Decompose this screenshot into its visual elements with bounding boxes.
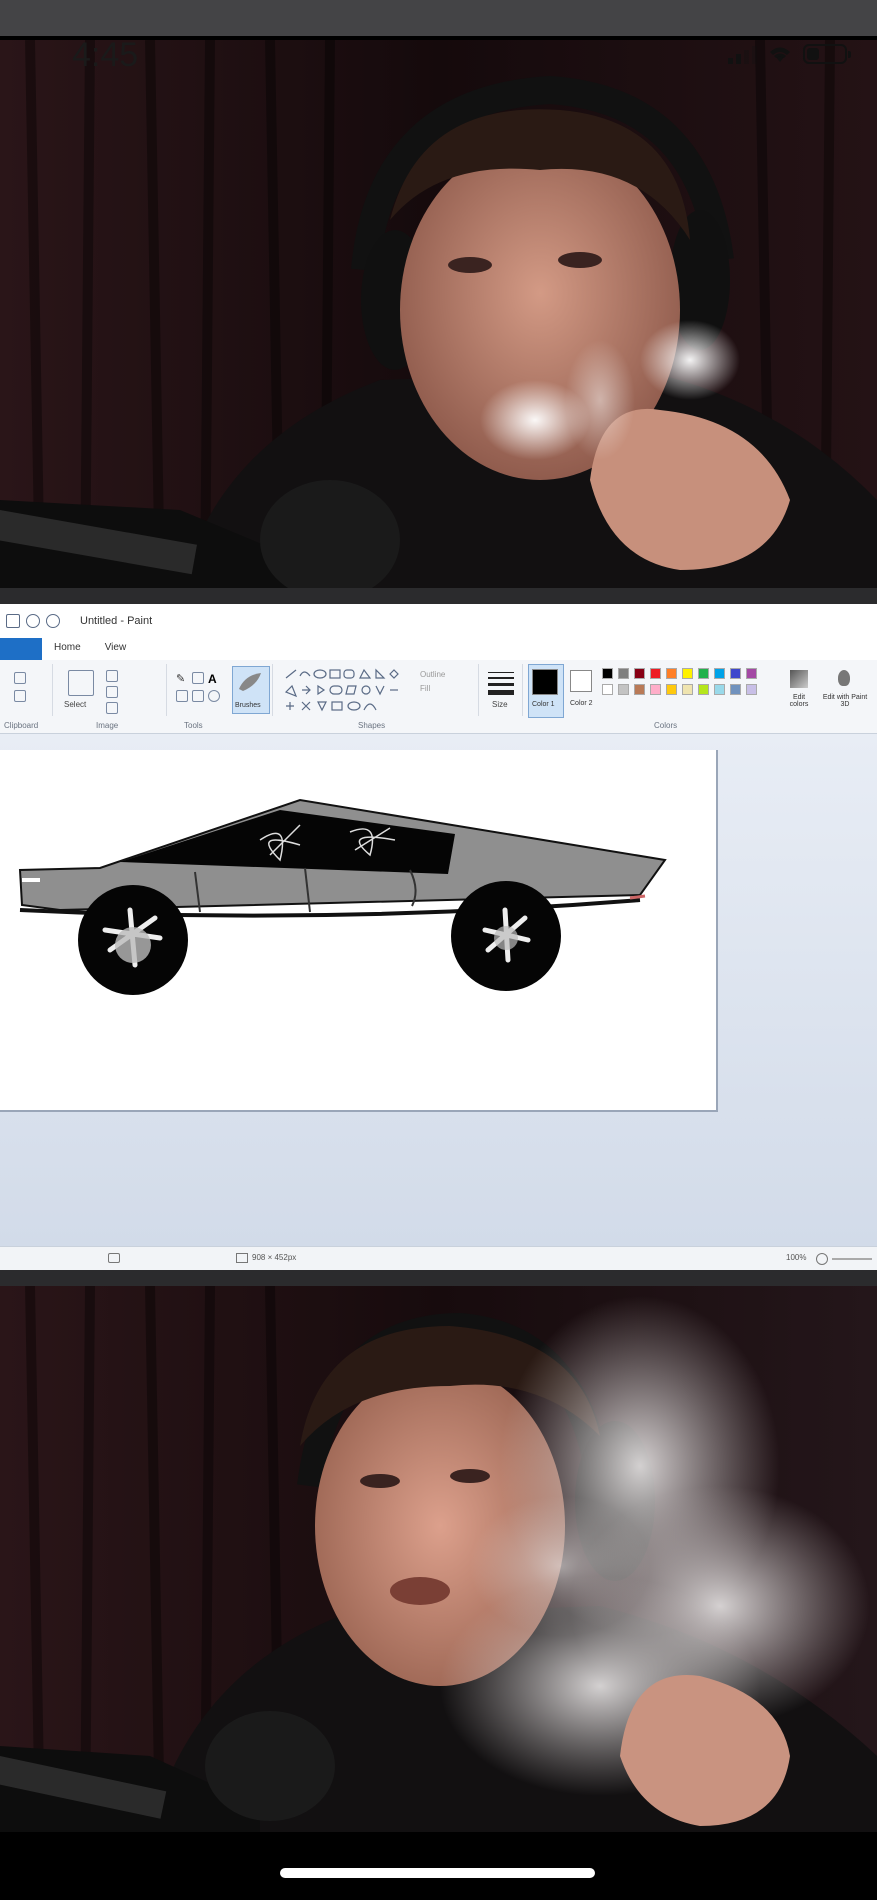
status-time: 4:45 [72,36,139,74]
color2-label: Color 2 [570,700,593,707]
phone-status-bar: 4:45 [0,36,877,74]
top-app-bar [0,0,877,36]
drawing-canvas[interactable] [0,750,718,1112]
select-label: Select [64,700,87,709]
color-swatch[interactable] [730,684,741,695]
color-swatch[interactable] [602,668,613,679]
tab-view[interactable]: View [93,638,139,660]
eraser-icon[interactable] [176,690,188,702]
color-swatch[interactable] [682,684,693,695]
color-swatch[interactable] [634,668,645,679]
paint-title-bar: Untitled - Paint [0,604,877,638]
size-label: Size [492,700,508,709]
cybertruck-drawing [18,798,667,995]
color-swatch[interactable] [666,684,677,695]
color1-button[interactable]: Color 1 [528,664,564,718]
tools-group: ✎ A Brushes Tools [170,664,273,730]
canvas-size-icon [236,1253,248,1263]
tab-home[interactable]: Home [42,638,93,660]
window-title: Untitled - Paint [80,615,153,627]
save-icon[interactable] [6,614,20,628]
color-swatch[interactable] [698,668,709,679]
color-swatch[interactable] [682,668,693,679]
fill-label[interactable]: Fill [420,684,430,693]
shapes-label: Shapes [358,721,386,730]
brushes-button[interactable]: Brushes [232,666,270,714]
text-icon[interactable]: A [208,672,217,686]
color-swatch[interactable] [618,684,629,695]
copy-icon[interactable] [14,690,26,702]
color2-button[interactable]: Color 2 [568,664,598,716]
outline-label[interactable]: Outline [420,670,445,679]
zoom-level: 100% [786,1253,807,1262]
clipboard-label: Clipboard [4,721,39,730]
color-swatch[interactable] [714,684,725,695]
crop-icon[interactable] [106,670,118,682]
canvas-workspace [0,734,877,1246]
home-indicator-bar [0,1854,877,1900]
color-swatch[interactable] [746,684,757,695]
color-palette [602,668,782,712]
edit-paint3d-label: Edit with Paint 3D [822,694,868,708]
color-picker-icon[interactable] [192,690,204,702]
color-swatch[interactable] [634,684,645,695]
edit-colors-label: Edit colors [789,694,809,708]
edit-colors-icon [790,670,808,688]
paint-status-bar: 908 × 452px 100% [0,1246,877,1270]
fill-icon[interactable] [192,672,204,684]
bottom-photo-panel [0,1286,877,1832]
top-photo-panel [0,40,877,588]
color-swatch[interactable] [650,668,661,679]
battery-icon [803,44,851,64]
size-button[interactable]: Size [482,664,523,716]
color-swatch[interactable] [698,684,709,695]
color-swatch[interactable] [618,668,629,679]
tools-label: Tools [184,721,203,730]
podcast-photo-bottom [0,1286,877,1832]
color-swatch[interactable] [714,668,725,679]
file-tab[interactable] [0,638,42,660]
undo-icon[interactable] [26,614,40,628]
brushes-label: Brushes [235,702,261,709]
ribbon-tabs: Home View [0,638,877,660]
select-icon[interactable] [68,670,94,696]
color-swatch[interactable] [602,684,613,695]
color1-label: Color 1 [532,701,555,708]
redo-icon[interactable] [46,614,60,628]
clipboard-group: Clipboard [0,664,53,730]
color-swatch[interactable] [746,668,757,679]
image-group: Select Image [56,664,167,730]
color-swatch[interactable] [666,668,677,679]
zoom-slider[interactable] [832,1258,872,1260]
rotate-icon[interactable] [106,702,118,714]
resize-icon[interactable] [106,686,118,698]
panel-divider [0,588,877,604]
color-swatch[interactable] [650,684,661,695]
wifi-icon [770,47,790,62]
podcast-photo-top [0,40,877,588]
image-label: Image [96,721,119,730]
paint-window: Untitled - Paint Home View Clipboard Sel… [0,604,877,1270]
magnifier-icon[interactable] [208,690,220,702]
colors-label: Colors [654,721,678,730]
pencil-icon[interactable]: ✎ [176,672,185,685]
colors-group: Color 1 Color 2 Edit colors Edit with Pa… [526,664,876,730]
home-indicator[interactable] [280,1868,595,1878]
edit-with-paint3d-button[interactable]: Edit with Paint 3D [820,666,870,714]
ribbon: Clipboard Select Image ✎ A Brushes Tools [0,660,877,734]
zoom-out-icon[interactable] [816,1253,828,1265]
shapes-gallery[interactable] [282,666,412,714]
cellular-signal-icon [728,44,757,64]
cut-icon[interactable] [14,672,26,684]
brush-icon [239,673,261,691]
cursor-position-icon [108,1253,120,1263]
shapes-group: Outline Fill Shapes [278,664,479,730]
color-swatch[interactable] [730,668,741,679]
panel-divider-2 [0,1270,877,1286]
paint3d-icon [838,670,850,686]
canvas-dimensions: 908 × 452px [252,1253,297,1262]
edit-colors-button[interactable]: Edit colors [784,666,814,714]
